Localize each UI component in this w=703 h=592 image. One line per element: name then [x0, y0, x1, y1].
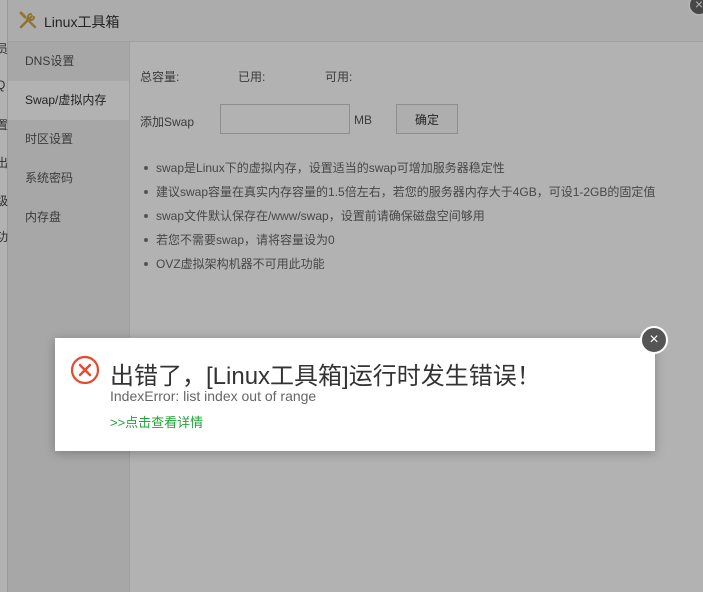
- close-icon[interactable]: ×: [640, 326, 668, 354]
- error-circle-icon: [70, 355, 100, 385]
- modal-overlay[interactable]: [0, 0, 703, 592]
- error-dialog: 出错了，[Linux工具箱]运行时发生错误！ IndexError: list …: [55, 338, 655, 451]
- error-title: 出错了，[Linux工具箱]运行时发生错误！: [110, 363, 541, 390]
- error-message: IndexError: list index out of range: [110, 388, 317, 404]
- view-details-link[interactable]: >>点击查看详情: [110, 412, 203, 431]
